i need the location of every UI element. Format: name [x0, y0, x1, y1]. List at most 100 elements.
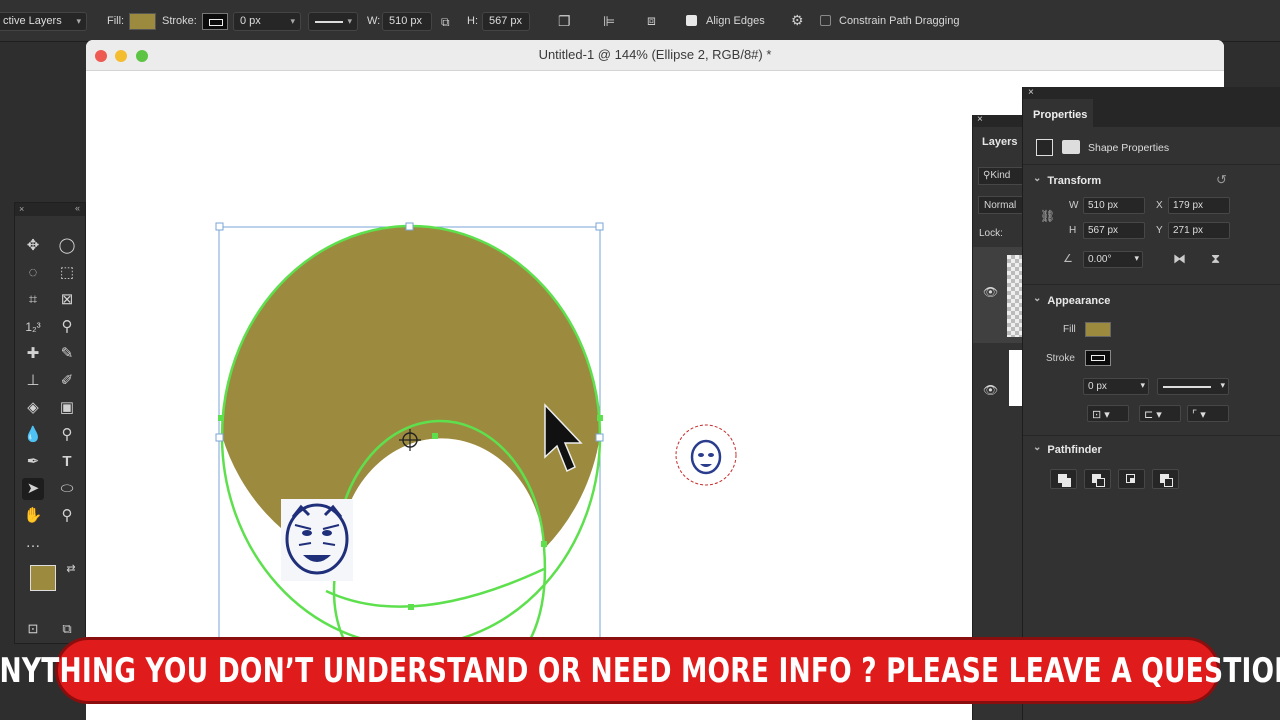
- eye-icon[interactable]: 👁: [983, 285, 998, 299]
- path-alignment-icon[interactable]: ⊫: [603, 14, 615, 28]
- path-selection-icon[interactable]: ➤: [22, 478, 44, 500]
- crop-icon[interactable]: ⌗: [22, 289, 44, 311]
- intersect-shapes-icon[interactable]: [1118, 469, 1145, 489]
- type-icon[interactable]: T: [56, 451, 78, 473]
- flip-vertical-icon[interactable]: ⧗: [1211, 251, 1220, 267]
- ellipse-tool-icon[interactable]: ⬭: [56, 478, 78, 500]
- fill-swatch[interactable]: [129, 13, 156, 30]
- history-brush-icon[interactable]: ✐: [56, 370, 78, 392]
- link-icon[interactable]: ⧉: [441, 15, 450, 29]
- eye-icon[interactable]: 👁: [983, 383, 998, 397]
- zoom-icon[interactable]: ⚲: [56, 505, 78, 527]
- transform-shape-icon[interactable]: [1036, 139, 1053, 156]
- properties-tab[interactable]: Properties: [1023, 99, 1093, 127]
- move-tool-icon[interactable]: ✥: [22, 235, 44, 257]
- angle-value: 0.00°: [1088, 254, 1112, 265]
- swap-colors-icon[interactable]: ⇄: [60, 558, 82, 580]
- angle-field[interactable]: 0.00° ▾: [1083, 251, 1143, 268]
- quick-mask-icon[interactable]: ⊡: [22, 618, 44, 640]
- close-icon[interactable]: ×: [19, 204, 24, 214]
- blur-icon[interactable]: 💧: [22, 424, 44, 446]
- stroke-width-field[interactable]: 0 px ▾: [233, 12, 301, 31]
- blend-mode-value: Normal: [984, 200, 1017, 211]
- dodge-icon[interactable]: ⚲: [56, 424, 78, 446]
- layer-row-ellipse[interactable]: 👁: [973, 247, 1027, 343]
- tiger-image: [281, 499, 353, 581]
- fill-swatch[interactable]: [1085, 322, 1111, 337]
- layer-filter-label: Kind: [990, 170, 1011, 181]
- tools-panel-header: × «: [15, 203, 85, 216]
- healing-brush-icon[interactable]: ✚: [22, 343, 44, 365]
- stroke-type-dropdown[interactable]: ▾: [308, 12, 358, 31]
- lasso-icon[interactable]: ◌: [22, 262, 44, 284]
- flip-horizontal-icon[interactable]: ⧓: [1173, 251, 1186, 267]
- chevron-down-icon: ▾: [347, 16, 352, 26]
- frame-icon[interactable]: ⊠: [56, 289, 78, 311]
- stroke-swatch[interactable]: [1085, 350, 1111, 366]
- gradient-icon[interactable]: ▣: [56, 397, 78, 419]
- stroke-corners-icon: ⌜ ▾: [1192, 409, 1206, 421]
- foreground-color-swatch[interactable]: [30, 565, 56, 591]
- stroke-type-dropdown[interactable]: ▾: [1157, 378, 1229, 395]
- brush-icon[interactable]: ✎: [56, 343, 78, 365]
- transform-handle: [595, 433, 604, 442]
- x-position-field[interactable]: 179 px: [1168, 197, 1230, 214]
- layers-select-value: ctive Layers: [3, 15, 62, 27]
- blend-mode-dropdown[interactable]: Normal: [978, 196, 1028, 214]
- layer-row-background[interactable]: 👁: [973, 345, 1027, 406]
- path-outline-lower: [325, 567, 545, 608]
- eraser-icon[interactable]: ◈: [22, 397, 44, 419]
- collapse-icon[interactable]: «: [75, 203, 80, 213]
- height-field[interactable]: 567 px: [1083, 222, 1145, 239]
- mask-icon[interactable]: [1062, 140, 1080, 154]
- count-icon[interactable]: 1₂³: [22, 316, 44, 338]
- layers-tab[interactable]: Layers: [982, 136, 1017, 148]
- stroke-corners-dropdown[interactable]: ⌜ ▾: [1187, 405, 1229, 422]
- stroke-width-value: 0 px: [1088, 381, 1107, 392]
- divider: [1023, 284, 1280, 285]
- path-operations-icon[interactable]: ❐: [558, 14, 571, 28]
- stroke-caps-dropdown[interactable]: ⊏ ▾: [1139, 405, 1181, 422]
- pathfinder-section-title[interactable]: Pathfinder: [1033, 444, 1101, 456]
- link-dimensions-icon[interactable]: ⛓: [1040, 209, 1055, 223]
- layers-select-dropdown[interactable]: ctive Layers ▾: [0, 12, 87, 31]
- tools-panel: × « ✥ ◯ ◌ ⬚ ⌗ ⊠ 1₂³ ⚲ ✚ ✎ ⊥ ✐ ◈ ▣ 💧 ⚲ ✒ …: [14, 202, 86, 644]
- screen-mode-icon[interactable]: ⧉: [56, 618, 78, 640]
- exclude-overlapping-shapes-icon[interactable]: [1152, 469, 1179, 489]
- layer-filter-field[interactable]: ⚲Kind: [978, 167, 1028, 185]
- height-field[interactable]: 567 px: [482, 12, 530, 31]
- clone-stamp-icon[interactable]: ⊥: [22, 370, 44, 392]
- combine-shapes-icon[interactable]: [1050, 469, 1077, 489]
- align-edges-checkbox[interactable]: [686, 15, 697, 26]
- stroke-caps-icon: ⊏ ▾: [1144, 409, 1162, 421]
- x-value: 179 px: [1173, 200, 1204, 211]
- chevron-down-icon: ▾: [290, 16, 295, 26]
- stroke-width-field[interactable]: 0 px ▾: [1083, 378, 1149, 395]
- options-bar: ctive Layers ▾ Fill: Stroke: 0 px ▾ ▾ W:…: [0, 0, 1280, 42]
- transform-section-title[interactable]: Transform: [1033, 175, 1101, 187]
- eyedropper-icon[interactable]: ⚲: [56, 316, 78, 338]
- hand-icon[interactable]: ✋: [22, 505, 44, 527]
- object-select-icon[interactable]: ⬚: [56, 262, 78, 284]
- more-tools-icon[interactable]: …: [22, 532, 44, 554]
- close-icon[interactable]: ×: [1028, 87, 1034, 98]
- path-arrangement-icon[interactable]: ⧈: [647, 13, 656, 27]
- subtract-front-shape-icon[interactable]: [1084, 469, 1111, 489]
- y-position-field[interactable]: 271 px: [1168, 222, 1230, 239]
- anchor-point: [597, 415, 603, 421]
- stroke-align-dropdown[interactable]: ⊡ ▾: [1087, 405, 1129, 422]
- pen-icon[interactable]: ✒: [22, 451, 44, 473]
- reset-icon[interactable]: ↺: [1216, 172, 1227, 188]
- width-field[interactable]: 510 px: [382, 12, 432, 31]
- appearance-section-title[interactable]: Appearance: [1033, 295, 1110, 307]
- gear-icon[interactable]: ⚙: [791, 13, 804, 27]
- close-icon[interactable]: ×: [977, 114, 983, 125]
- constrain-path-label: Constrain Path Dragging: [839, 15, 960, 27]
- stroke-label: Stroke: [1046, 353, 1075, 364]
- constrain-path-checkbox[interactable]: [820, 15, 831, 26]
- ellipse-marquee-icon[interactable]: ◯: [56, 235, 78, 257]
- stroke-swatch[interactable]: [202, 13, 228, 30]
- x-label: X: [1156, 200, 1163, 211]
- width-field[interactable]: 510 px: [1083, 197, 1145, 214]
- height-label: H:: [467, 15, 478, 27]
